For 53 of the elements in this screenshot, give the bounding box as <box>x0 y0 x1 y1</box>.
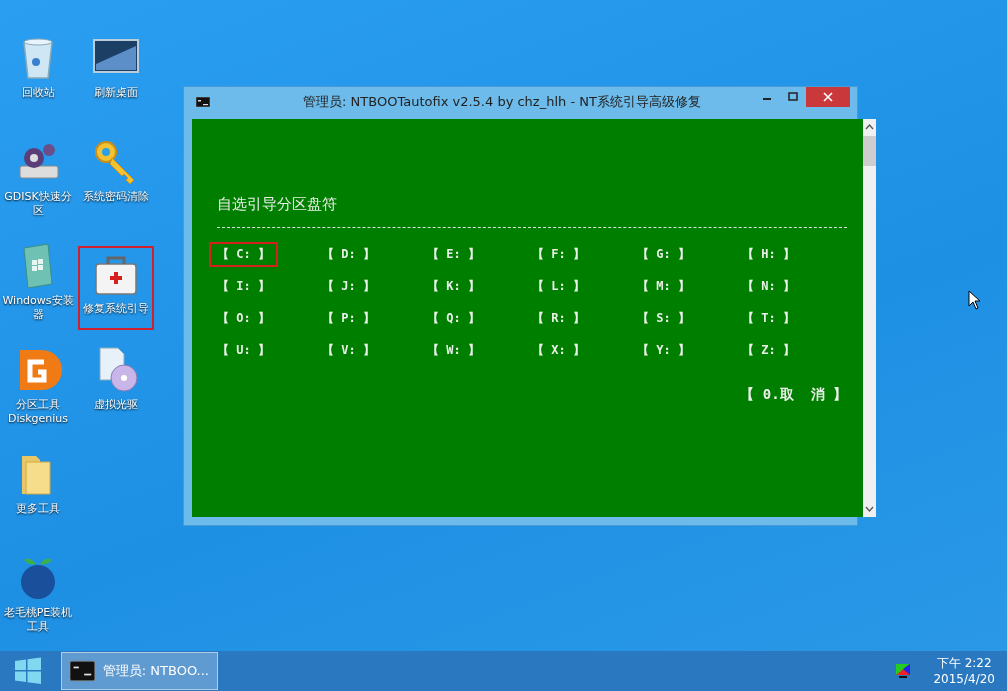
drive-option[interactable]: 【 E: 】 <box>419 241 488 267</box>
drive-option[interactable]: 【 L: 】 <box>524 273 593 299</box>
drive-option[interactable]: 【 K: 】 <box>419 273 488 299</box>
drive-option[interactable]: 【 P: 】 <box>314 305 383 331</box>
scrollbar[interactable] <box>863 119 876 517</box>
console-icon <box>196 97 210 107</box>
drive-option[interactable]: 【 M: 】 <box>629 273 698 299</box>
desktop-icon[interactable]: 修复系统引导 <box>78 246 154 330</box>
windows-logo-icon <box>14 657 42 685</box>
desktop-icon[interactable]: 系统密码清除 <box>78 134 154 220</box>
drive-option[interactable]: 【 Y: 】 <box>629 337 698 363</box>
desktop-icon[interactable]: GDISK快速分区 <box>0 134 76 220</box>
drive-option[interactable]: 【 U: 】 <box>209 337 278 363</box>
drive-option[interactable]: 【 W: 】 <box>419 337 488 363</box>
scroll-up-icon[interactable] <box>865 124 874 130</box>
desktop-icon[interactable]: 更多工具 <box>0 446 76 532</box>
drive-option[interactable]: 【 J: 】 <box>314 273 383 299</box>
desktop-icon[interactable]: 刷新桌面 <box>78 30 154 116</box>
window-title: 管理员: NTBOOTautofix v2.5.4 by chz_hlh - NT系统引导高级修复 <box>302 93 702 111</box>
drive-option[interactable]: 【 S: 】 <box>629 305 698 331</box>
drive-option[interactable]: 【 X: 】 <box>524 337 593 363</box>
pointer-icon <box>968 290 982 310</box>
scroll-down-icon[interactable] <box>865 506 874 512</box>
scrollbar-thumb[interactable] <box>863 136 876 166</box>
drive-option[interactable]: 【 G: 】 <box>629 241 698 267</box>
clock-date: 2015/4/20 <box>933 671 995 687</box>
desktop-icon[interactable]: 老毛桃PE装机工具 <box>0 550 76 636</box>
drive-option[interactable]: 【 N: 】 <box>734 273 803 299</box>
drive-option[interactable]: 【 T: 】 <box>734 305 803 331</box>
drive-option[interactable]: 【 R: 】 <box>524 305 593 331</box>
drive-option[interactable]: 【 H: 】 <box>734 241 803 267</box>
drive-option[interactable]: 【 Q: 】 <box>419 305 488 331</box>
maximize-icon <box>788 92 798 102</box>
clock-time: 下午 2:22 <box>936 655 992 671</box>
drive-option[interactable]: 【 V: 】 <box>314 337 383 363</box>
drive-option[interactable]: 【 Z: 】 <box>734 337 803 363</box>
clock[interactable]: 下午 2:22 2015/4/20 <box>933 655 995 687</box>
drive-option[interactable]: 【 I: 】 <box>209 273 278 299</box>
desktop-icon[interactable]: Windows安装器 <box>0 238 76 324</box>
desktop-icon[interactable]: 虚拟光驱 <box>78 342 154 428</box>
taskbar-button[interactable]: 管理员: NTBOO... <box>61 652 218 690</box>
cancel-option[interactable]: 【 0.取 消 】 <box>740 386 847 404</box>
display-icon[interactable] <box>895 663 912 679</box>
drive-option[interactable]: 【 D: 】 <box>314 241 383 267</box>
console-icon <box>70 660 95 682</box>
desktop-icon[interactable]: 分区工具 Diskgenius <box>0 342 76 428</box>
drive-option[interactable]: 【 F: 】 <box>524 241 593 267</box>
drive-option[interactable]: 【 C: 】 <box>209 241 278 267</box>
console-heading: 自选引导分区盘符 <box>217 195 338 215</box>
desktop-icon[interactable]: 回收站 <box>0 30 76 116</box>
drive-option[interactable]: 【 O: 】 <box>209 305 278 331</box>
close-icon <box>823 92 833 102</box>
close-button[interactable] <box>806 87 850 107</box>
